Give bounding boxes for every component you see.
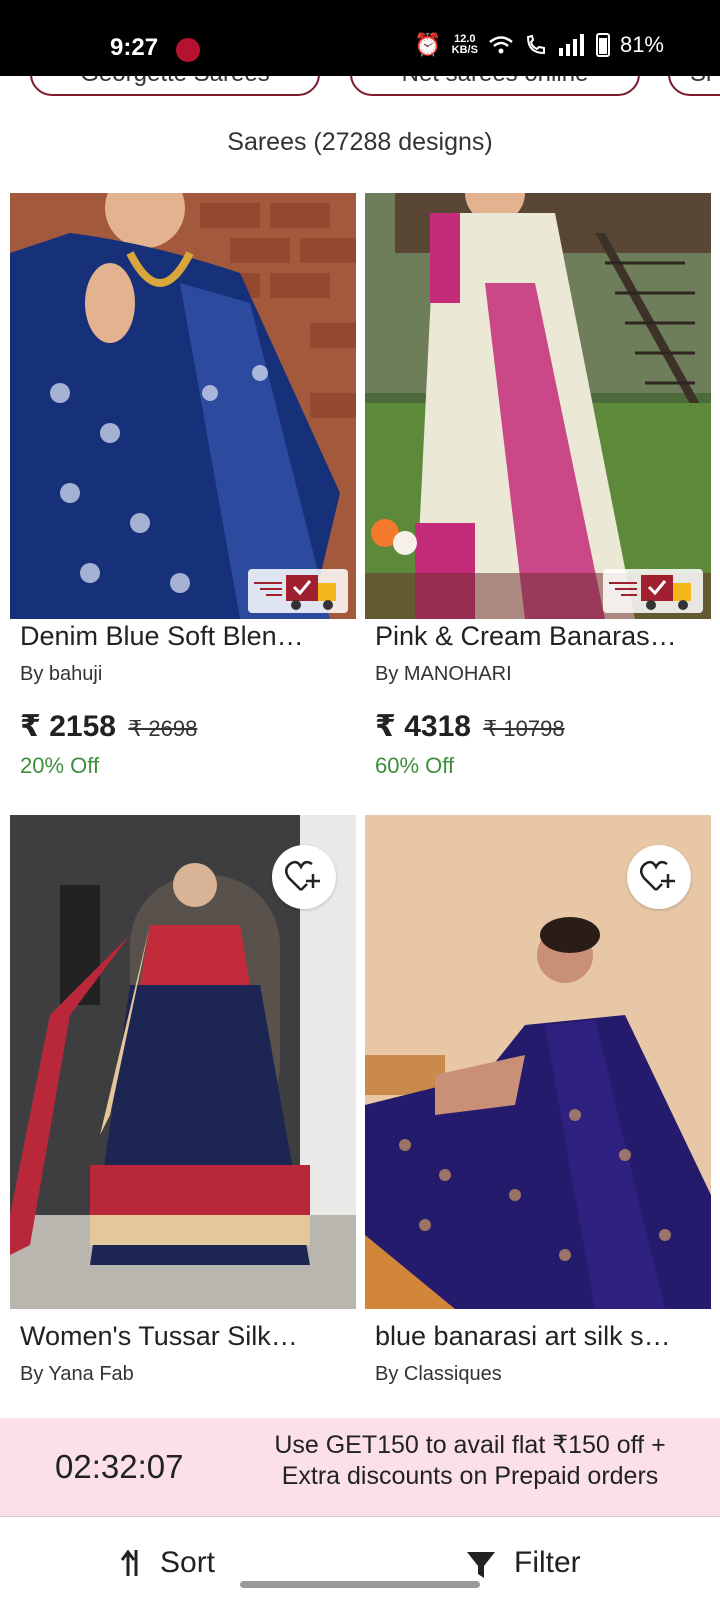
sort-icon xyxy=(120,1549,138,1576)
offer-message: Use GET150 to avail flat ₹150 off + Extr… xyxy=(274,1431,666,1490)
filter-icon xyxy=(467,1552,495,1578)
status-icons: ⏰ 12.0 KB/S 81% xyxy=(414,32,664,58)
product-image[interactable] xyxy=(365,815,711,1309)
app-notification-icon xyxy=(176,38,200,62)
product-brand[interactable]: By Yana Fab xyxy=(20,1363,134,1386)
heart-plus-icon xyxy=(640,860,675,891)
alarm-icon: ⏰ xyxy=(414,32,442,57)
wifi-icon xyxy=(489,36,513,54)
product-brand[interactable]: By Classiques xyxy=(375,1363,502,1386)
product-title[interactable]: Denim Blue Soft Blen… xyxy=(20,621,346,652)
product-brand[interactable]: By bahuji xyxy=(20,663,102,686)
product-price: ₹ 2158 ₹ 2698 xyxy=(20,709,197,744)
product-image[interactable] xyxy=(365,193,711,619)
results-count: Sarees (27288 designs) xyxy=(227,128,493,156)
product-price: ₹ 4318 ₹ 10798 xyxy=(375,709,565,744)
sort-label: Sort xyxy=(160,1546,216,1579)
battery-percent: 81% xyxy=(619,32,664,57)
status-bar: 9:27 ⏰ 12.0 KB/S 81% xyxy=(0,0,720,76)
original-price: ₹ 10798 xyxy=(483,716,565,741)
discount-label: 20% Off xyxy=(20,753,100,778)
heart-plus-icon xyxy=(285,860,320,891)
product-grid: Denim Blue Soft Blen… By bahuji ₹ 2158 ₹… xyxy=(0,193,720,1418)
network-speed-unit: KB/S xyxy=(451,44,478,56)
wishlist-button[interactable] xyxy=(272,845,336,909)
chip-georgette-sarees[interactable]: Georgette Sarees xyxy=(30,76,320,96)
product-card[interactable]: Women's Tussar Silk… By Yana Fab xyxy=(10,815,356,1415)
product-card[interactable]: Denim Blue Soft Blen… By bahuji ₹ 2158 ₹… xyxy=(10,193,356,793)
wifi-calling-icon xyxy=(526,34,545,55)
product-card[interactable]: blue banarasi art silk s… By Classiques xyxy=(365,815,711,1415)
fast-shipping-badge xyxy=(248,569,348,613)
filter-label: Filter xyxy=(514,1546,581,1579)
discount-label: 60% Off xyxy=(375,753,455,778)
home-indicator[interactable] xyxy=(240,1581,480,1588)
fast-shipping-badge xyxy=(603,569,703,613)
product-card[interactable]: Pink & Cream Banaras… By MANOHARI ₹ 4318… xyxy=(365,193,711,793)
chip-net-sarees-online[interactable]: Net sarees online xyxy=(350,76,640,96)
product-brand[interactable]: By MANOHARI xyxy=(375,663,512,686)
sort-button[interactable]: Sort xyxy=(120,1543,215,1583)
offer-countdown: 02:32:07 xyxy=(55,1448,184,1485)
filter-button[interactable]: Filter xyxy=(466,1543,581,1583)
product-image[interactable] xyxy=(10,815,356,1309)
chip-partial[interactable]: Si xyxy=(668,76,720,96)
product-image[interactable] xyxy=(10,193,356,619)
original-price: ₹ 2698 xyxy=(128,716,198,741)
wishlist-button[interactable] xyxy=(627,845,691,909)
network-speed: 12.0 KB/S xyxy=(452,34,478,56)
category-chips: Georgette Sarees Net sarees online Si xyxy=(0,76,720,98)
product-title[interactable]: Women's Tussar Silk… xyxy=(20,1321,346,1352)
product-title[interactable]: Pink & Cream Banaras… xyxy=(375,621,701,652)
signal-icon xyxy=(558,34,584,56)
battery-icon xyxy=(595,33,610,57)
sale-price: ₹ 2158 xyxy=(20,710,116,743)
status-time: 9:27 xyxy=(110,34,159,61)
product-title[interactable]: blue banarasi art silk s… xyxy=(375,1321,701,1352)
sale-price: ₹ 4318 xyxy=(375,710,471,743)
offer-banner[interactable]: 02:32:07 Use GET150 to avail flat ₹150 o… xyxy=(0,1418,720,1516)
